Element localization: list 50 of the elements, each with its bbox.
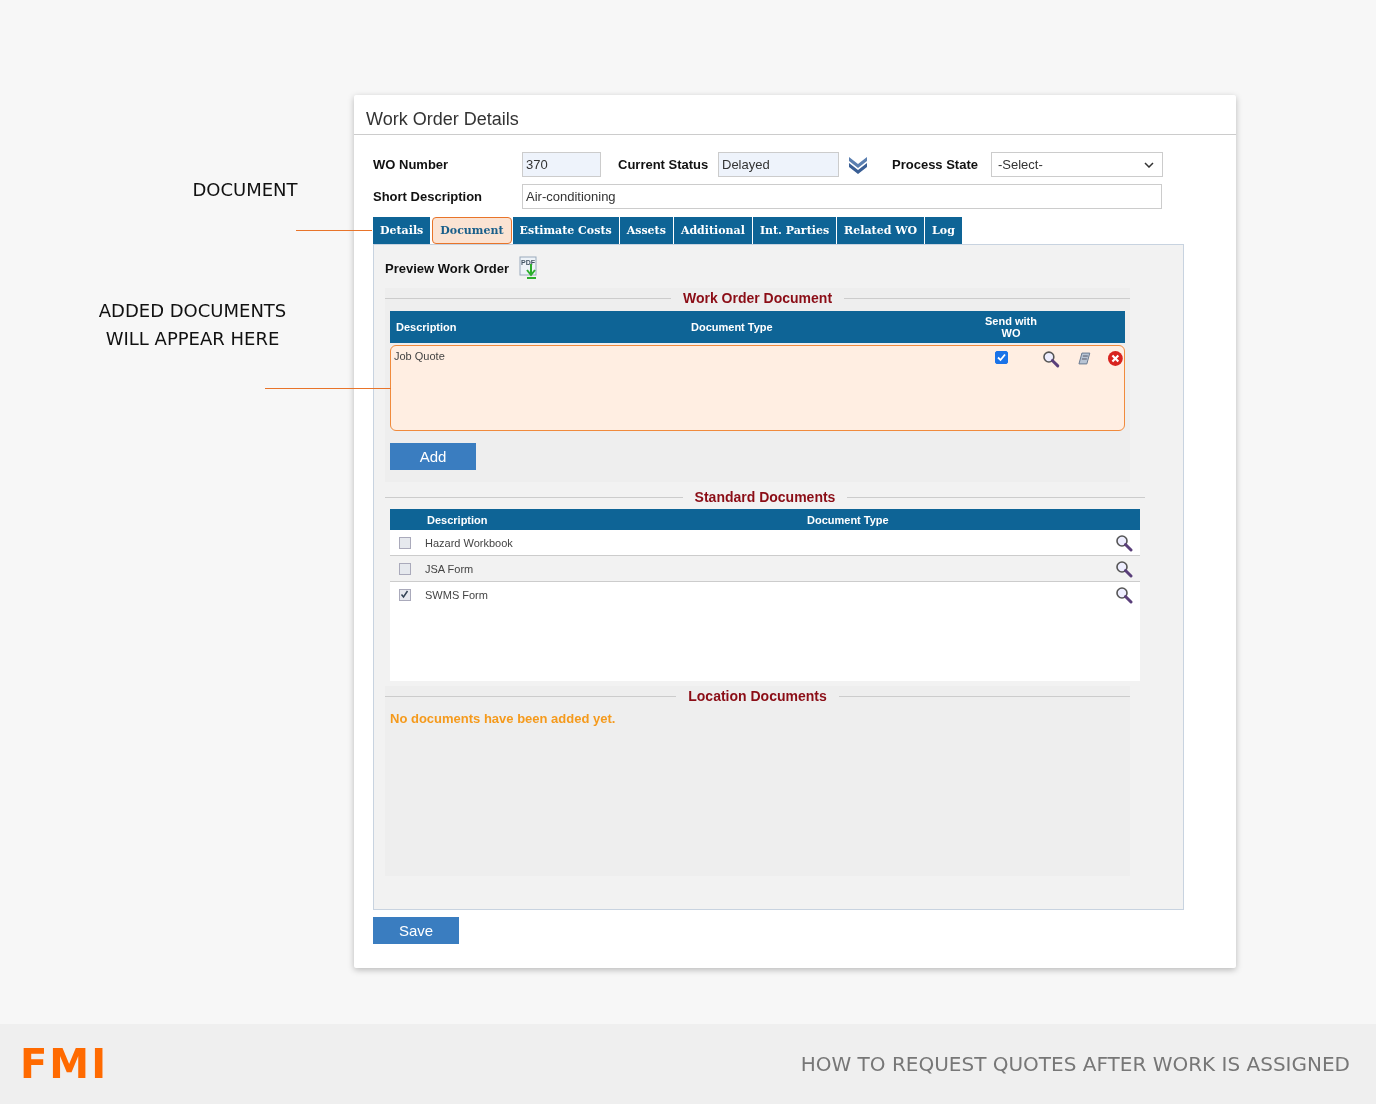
double-chevron-icon[interactable] [847, 154, 869, 175]
table-cell-text: Job Quote [393, 350, 446, 362]
tab[interactable]: Details [373, 217, 431, 244]
column-header: Description [426, 513, 489, 526]
section-title: Location Documents [687, 688, 828, 704]
column-header: Send with WO [984, 315, 1038, 339]
field-label: Short Description [373, 188, 484, 204]
field-label: Current Status [618, 157, 710, 172]
search-icon[interactable] [1115, 533, 1133, 552]
checkbox[interactable] [994, 351, 1008, 364]
field-label: Process State [892, 157, 979, 172]
tab[interactable]: Related WO [837, 217, 925, 244]
table-cell-text: Hazard Workbook [425, 536, 514, 549]
document-row[interactable]: Job Quote [390, 345, 1125, 431]
current-status-field[interactable]: Delayed [718, 152, 839, 177]
table-cell-text: SWMS Form [425, 588, 489, 601]
checkbox[interactable] [399, 536, 411, 549]
search-icon[interactable] [1115, 585, 1133, 604]
column-header: Document Type [807, 513, 889, 526]
search-icon[interactable] [1115, 559, 1133, 578]
footer-caption: HOW TO REQUEST QUOTES AFTER WORK IS ASSIGNED [800, 1052, 1350, 1076]
search-icon[interactable] [1041, 350, 1060, 368]
short-description-field[interactable]: Air-conditioning [522, 183, 1162, 209]
checkbox[interactable] [399, 562, 411, 575]
save-button[interactable]: Save [373, 917, 459, 944]
annotation-label: DOCUMENT [191, 178, 299, 202]
tab[interactable]: Additional [673, 217, 752, 244]
tab[interactable]: Estimate Costs [512, 217, 619, 244]
tab[interactable]: Int. Parties [752, 217, 837, 244]
tab[interactable]: Log [925, 217, 962, 244]
caret-icon [1144, 161, 1154, 168]
scanner-icon[interactable] [1075, 350, 1092, 366]
table-cell-text: JSA Form [425, 562, 475, 575]
process-state-dropdown[interactable]: -Select- [991, 152, 1163, 177]
column-header: Description [395, 321, 458, 333]
section-title: Work Order Document [681, 290, 834, 306]
section-title: Standard Documents [693, 489, 837, 505]
column-header: Document Type [691, 321, 774, 333]
empty-message: No documents have been added yet. [389, 711, 617, 726]
field-label: WO Number [373, 157, 450, 172]
delete-icon[interactable] [1107, 350, 1124, 367]
tab[interactable]: Document [432, 217, 512, 244]
checkbox[interactable] [399, 588, 411, 601]
wo-number-field[interactable]: 370 [522, 152, 601, 177]
tab[interactable]: Assets [619, 217, 673, 244]
window-title: Work Order Details [366, 109, 520, 131]
logo: FMI [20, 1041, 108, 1087]
add-button[interactable]: Add [390, 443, 476, 470]
annotation-label: ADDED DOCUMENTS WILL APPEAR HERE [97, 299, 288, 351]
preview-label: Preview Work Order [385, 260, 510, 276]
